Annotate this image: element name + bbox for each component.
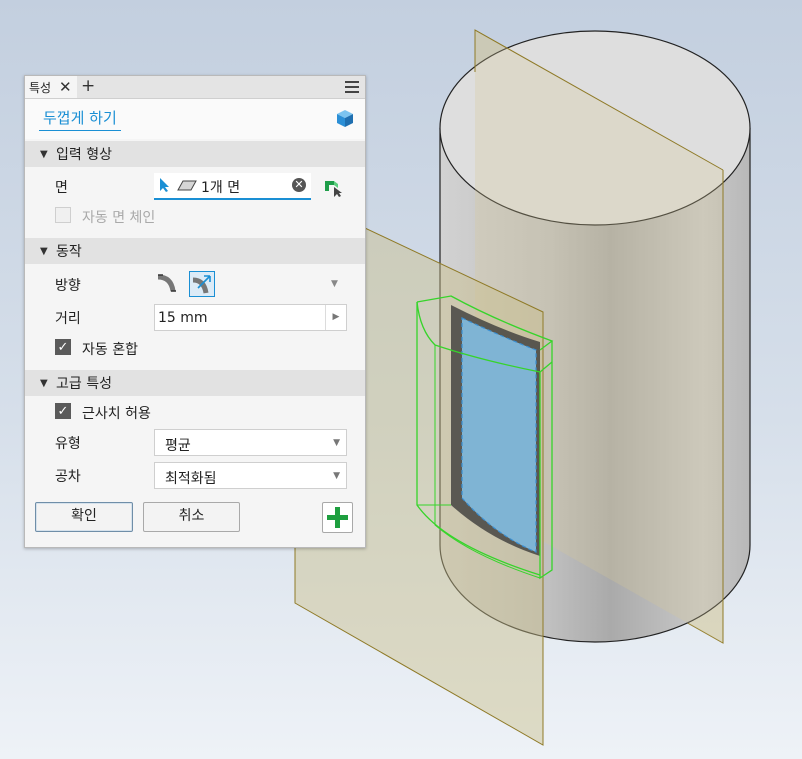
caret-down-icon: ▼ (333, 438, 340, 448)
section-advanced[interactable]: ▼ 고급 특성 (25, 370, 365, 396)
clear-icon[interactable]: ✕ (292, 178, 306, 192)
section-title: 고급 특성 (56, 376, 112, 392)
cancel-button[interactable]: 취소 (143, 502, 240, 532)
tolerance-select[interactable]: 최적화됨 ▼ (154, 462, 347, 489)
auto-chain-label: 자동 면 체인 (82, 210, 156, 226)
add-tab-icon[interactable]: + (81, 77, 95, 96)
caret-down-icon[interactable]: ▼ (331, 279, 338, 289)
auto-chain-checkbox[interactable] (55, 207, 71, 223)
caret-down-icon: ▼ (333, 471, 340, 481)
face-icon (177, 180, 197, 191)
close-icon[interactable]: ✕ (59, 78, 72, 96)
section-title: 입력 형상 (56, 147, 112, 163)
command-header: 두껍게 하기 (25, 99, 365, 139)
properties-panel: 특성 ✕ + 두껍게 하기 ▼ 입력 형상 면 1개 면 ✕ 자동 면 체인 ▼… (24, 75, 366, 548)
menu-icon[interactable] (345, 81, 359, 93)
approx-label: 근사치 허용 (82, 406, 151, 422)
tolerance-label: 공차 (55, 469, 81, 485)
collapse-icon: ▼ (40, 245, 48, 257)
select-arrow-icon (160, 178, 169, 192)
distance-input[interactable]: 15 mm ▶ (154, 304, 347, 331)
direction-side-icon (157, 274, 176, 292)
plus-icon (327, 507, 348, 528)
apply-button[interactable] (322, 502, 353, 533)
tab-properties-label: 특성 (29, 80, 52, 95)
face-label: 면 (55, 180, 68, 196)
direction-both-button[interactable] (189, 271, 215, 297)
tab-properties[interactable]: 특성 ✕ (25, 76, 77, 98)
command-title[interactable]: 두껍게 하기 (39, 107, 121, 131)
face-count: 1개 면 (201, 180, 241, 196)
distance-label: 거리 (55, 311, 81, 327)
type-select[interactable]: 평균 ▼ (154, 429, 347, 456)
distance-expand-icon[interactable]: ▶ (325, 305, 346, 330)
direction-label: 방향 (55, 278, 81, 294)
collapse-icon: ▼ (40, 148, 48, 160)
section-behavior[interactable]: ▼ 동작 (25, 238, 365, 264)
cube-icon (337, 110, 353, 127)
auto-blend-label: 자동 혼합 (82, 342, 138, 358)
distance-value: 15 mm (158, 310, 208, 326)
approx-checkbox[interactable]: ✓ (55, 403, 71, 419)
face-selector[interactable]: 1개 면 ✕ (154, 173, 311, 200)
ok-button[interactable]: 확인 (35, 502, 133, 532)
tolerance-value: 최적화됨 (165, 471, 217, 487)
auto-blend-checkbox[interactable]: ✓ (55, 339, 71, 355)
type-label: 유형 (55, 436, 81, 452)
chain-select-icon[interactable] (322, 176, 344, 198)
section-input-geometry[interactable]: ▼ 입력 형상 (25, 141, 365, 167)
collapse-icon: ▼ (40, 377, 48, 389)
type-value: 평균 (165, 438, 191, 454)
direction-both-icon (192, 275, 211, 294)
direction-side-button[interactable] (155, 271, 181, 297)
panel-tab-bar: 특성 ✕ + (25, 76, 365, 99)
section-title: 동작 (56, 244, 82, 260)
